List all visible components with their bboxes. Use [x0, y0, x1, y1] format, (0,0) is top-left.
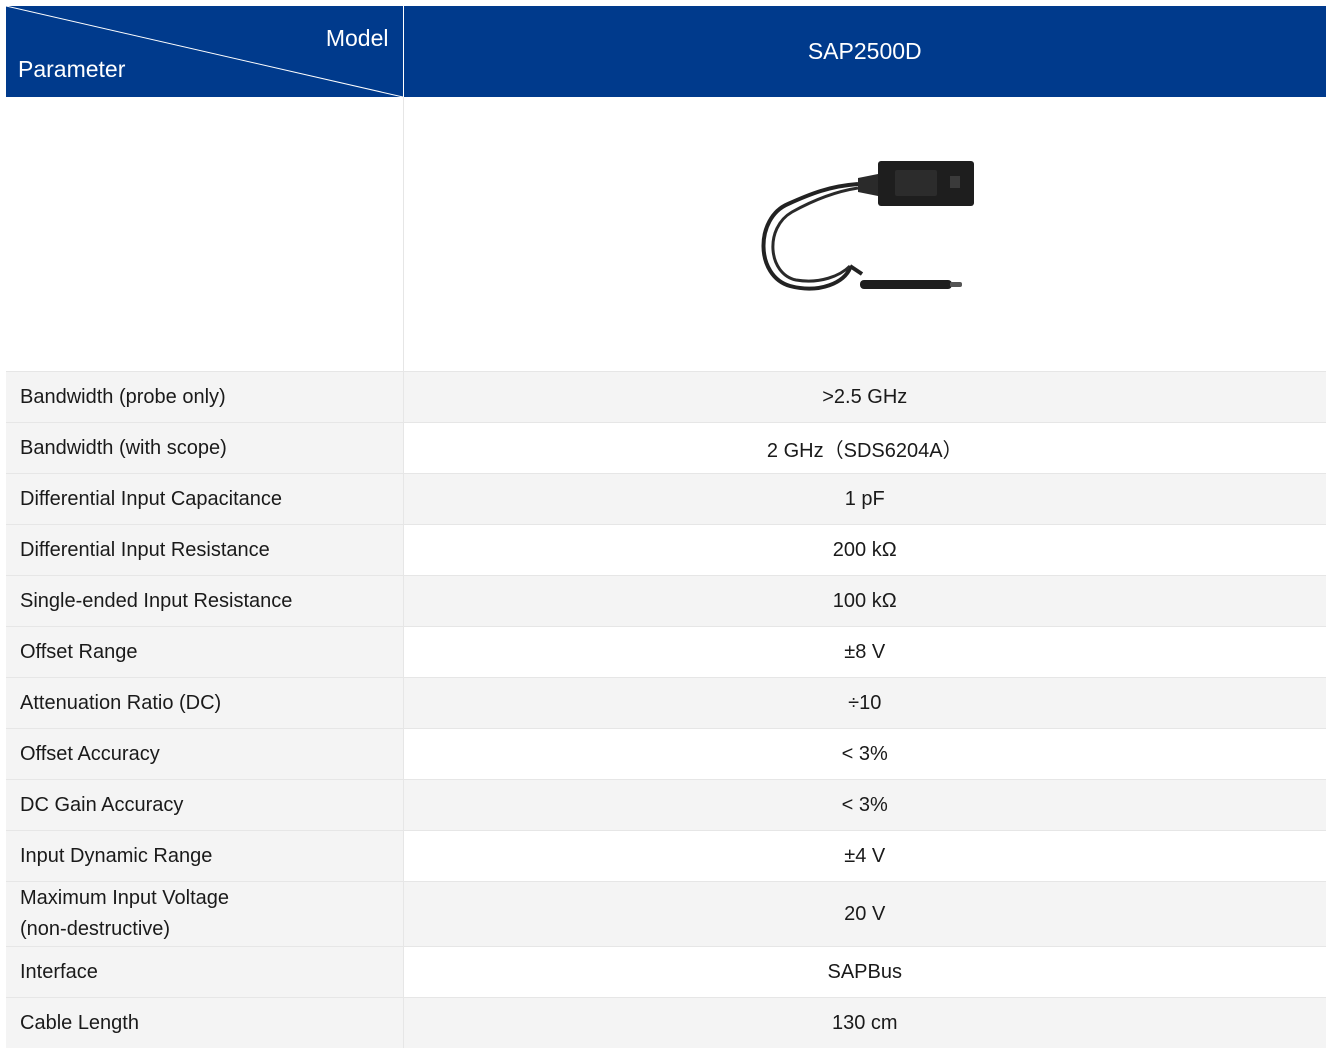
param-cell: Offset Accuracy [6, 729, 403, 780]
table-row: Differential Input Resistance 200 kΩ [6, 525, 1326, 576]
param-cell: Interface [6, 947, 403, 998]
model-label: Model [326, 25, 389, 52]
value-cell: ±8 V [403, 627, 1326, 678]
table-row: Single-ended Input Resistance 100 kΩ [6, 576, 1326, 627]
param-cell: Bandwidth (probe only) [6, 372, 403, 423]
param-cell: DC Gain Accuracy [6, 780, 403, 831]
param-cell: Cable Length [6, 998, 403, 1048]
value-cell: ±4 V [403, 831, 1326, 882]
param-cell: Differential Input Resistance [6, 525, 403, 576]
value-cell: < 3% [403, 729, 1326, 780]
param-cell: Attenuation Ratio (DC) [6, 678, 403, 729]
value-cell: 20 V [403, 882, 1326, 947]
table-row: Cable Length 130 cm [6, 998, 1326, 1048]
table-row: Maximum Input Voltage (non-destructive) … [6, 882, 1326, 947]
table-row: Offset Range ±8 V [6, 627, 1326, 678]
value-cell: >2.5 GHz [403, 372, 1326, 423]
param-line: (non-destructive) [20, 914, 403, 945]
value-cell: 100 kΩ [403, 576, 1326, 627]
value-cell: SAPBus [403, 947, 1326, 998]
table-row: Differential Input Capacitance 1 pF [6, 474, 1326, 525]
param-cell: Single-ended Input Resistance [6, 576, 403, 627]
table-row: Interface SAPBus [6, 947, 1326, 998]
value-cell: 2 GHz（SDS6204A） [403, 423, 1326, 474]
product-image-cell [403, 97, 1326, 372]
image-row-blank-cell [6, 97, 403, 372]
param-cell: Bandwidth (with scope) [6, 423, 403, 474]
value-cell: 200 kΩ [403, 525, 1326, 576]
param-cell: Differential Input Capacitance [6, 474, 403, 525]
table-row: Bandwidth (probe only) >2.5 GHz [6, 372, 1326, 423]
param-line: Maximum Input Voltage [20, 883, 403, 914]
value-cell: ÷10 [403, 678, 1326, 729]
value-cell: < 3% [403, 780, 1326, 831]
table-row: Bandwidth (with scope) 2 GHz（SDS6204A） [6, 423, 1326, 474]
table-header: Model Parameter SAP2500D [6, 6, 1326, 97]
value-cell: 1 pF [403, 474, 1326, 525]
parameter-label: Parameter [18, 56, 125, 83]
header-corner-cell: Model Parameter [6, 6, 403, 97]
param-cell: Offset Range [6, 627, 403, 678]
param-cell: Input Dynamic Range [6, 831, 403, 882]
table-row: Attenuation Ratio (DC) ÷10 [6, 678, 1326, 729]
model-name: SAP2500D [403, 6, 1326, 97]
spec-table: Model Parameter SAP2500D [6, 6, 1326, 1048]
param-cell: Maximum Input Voltage (non-destructive) [6, 882, 403, 947]
table-row: Offset Accuracy < 3% [6, 729, 1326, 780]
value-cell: 130 cm [403, 998, 1326, 1048]
differential-probe-image [750, 156, 980, 306]
table-row: DC Gain Accuracy < 3% [6, 780, 1326, 831]
product-image-row [6, 97, 1326, 372]
table-row: Input Dynamic Range ±4 V [6, 831, 1326, 882]
